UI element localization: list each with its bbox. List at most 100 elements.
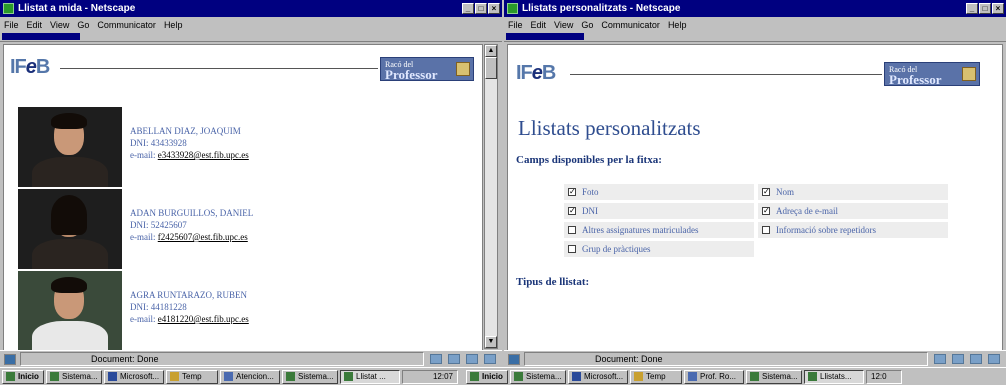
taskbar-item-active[interactable]: Llistat ... bbox=[340, 369, 400, 384]
student-name: AGRA RUNTARAZO, RUBEN bbox=[130, 290, 248, 300]
toolbar-strip bbox=[0, 33, 502, 42]
field-option[interactable]: Altres assignatures matriculades bbox=[564, 222, 754, 238]
menu-communicator[interactable]: Communicator bbox=[601, 20, 660, 30]
checkbox[interactable]: ✓ bbox=[568, 188, 576, 196]
security-icon[interactable] bbox=[508, 353, 520, 365]
menu-help[interactable]: Help bbox=[164, 20, 183, 30]
taskbar-item[interactable]: Sistema... bbox=[510, 369, 566, 384]
netscape-icon bbox=[3, 3, 14, 14]
menu-view[interactable]: View bbox=[50, 20, 69, 30]
ifeb-logo: IFeB bbox=[516, 62, 556, 84]
taskbar-item[interactable]: Microsoft... bbox=[568, 369, 628, 384]
field-option[interactable]: ✓ DNI bbox=[564, 203, 754, 219]
field-option[interactable]: ✓ Adreça de e-mail bbox=[758, 203, 948, 219]
clock: 12:0 bbox=[871, 372, 887, 381]
menu-view[interactable]: View bbox=[554, 20, 573, 30]
menu-file[interactable]: File bbox=[508, 20, 523, 30]
student-email-link[interactable]: e4181220@est.fib.upc.es bbox=[158, 314, 249, 324]
taskbar-item[interactable]: Temp bbox=[166, 369, 218, 384]
header-divider bbox=[570, 74, 882, 75]
discussion-icon[interactable] bbox=[466, 354, 478, 364]
title-bar[interactable]: Llistats personalitzats - Netscape _ □ × bbox=[504, 0, 1006, 17]
field-option[interactable]: ✓ Foto bbox=[564, 184, 754, 200]
email-label: e-mail: bbox=[130, 150, 156, 160]
status-bar: Document: Done bbox=[0, 350, 502, 367]
composer-icon[interactable] bbox=[484, 354, 496, 364]
field-option[interactable]: Grup de pràctiques bbox=[564, 241, 754, 257]
field-option[interactable]: ✓ Nom bbox=[758, 184, 948, 200]
minimize-button[interactable]: _ bbox=[966, 3, 978, 14]
start-button[interactable]: Inicio bbox=[466, 369, 508, 384]
vertical-scrollbar[interactable]: ▲ ▼ bbox=[484, 44, 498, 349]
composer-icon[interactable] bbox=[988, 354, 1000, 364]
bookmark-tab[interactable] bbox=[506, 33, 584, 40]
bookmark-tab[interactable] bbox=[2, 33, 80, 40]
checkbox[interactable]: ✓ bbox=[762, 188, 770, 196]
menu-bar: File Edit View Go Communicator Help bbox=[0, 17, 502, 33]
raco-del-professor-badge[interactable]: Racó del Professor bbox=[380, 57, 474, 81]
discussion-icon[interactable] bbox=[970, 354, 982, 364]
taskbar-item-active[interactable]: Llistats... bbox=[804, 369, 864, 384]
student-dni: DNI: 52425607 bbox=[130, 220, 187, 230]
component-bar-icon[interactable] bbox=[934, 354, 946, 364]
scroll-thumb[interactable] bbox=[485, 57, 497, 79]
checkbox[interactable] bbox=[568, 226, 576, 234]
checkbox[interactable] bbox=[568, 245, 576, 253]
menu-go[interactable]: Go bbox=[581, 20, 593, 30]
menu-edit[interactable]: Edit bbox=[531, 20, 547, 30]
student-name: ABELLAN DIAZ, JOAQUIM bbox=[130, 126, 241, 136]
menu-edit[interactable]: Edit bbox=[27, 20, 43, 30]
scroll-up-button[interactable]: ▲ bbox=[485, 45, 497, 57]
raco-del-professor-badge[interactable]: Racó del Professor bbox=[884, 62, 980, 86]
student-photo bbox=[18, 107, 122, 187]
minimize-button[interactable]: _ bbox=[462, 3, 474, 14]
student-dni: DNI: 43433928 bbox=[130, 138, 187, 148]
student-name: ADAN BURGUILLOS, DANIEL bbox=[130, 208, 254, 218]
graduation-cap-icon bbox=[962, 67, 976, 81]
menu-help[interactable]: Help bbox=[668, 20, 687, 30]
student-dni: DNI: 44181228 bbox=[130, 302, 187, 312]
browser-window-llistat-a-mida: Llistat a mida - Netscape _ □ × File Edi… bbox=[0, 0, 502, 367]
taskbar-item[interactable]: Atencion... bbox=[220, 369, 280, 384]
windows-taskbar: Inicio Sistema... Microsoft... Temp Aten… bbox=[0, 367, 1006, 385]
student-card: AGRA RUNTARAZO, RUBEN DNI: 44181228 e-ma… bbox=[18, 271, 468, 350]
status-bar: Document: Done bbox=[504, 350, 1006, 367]
checkbox[interactable]: ✓ bbox=[568, 207, 576, 215]
maximize-button[interactable]: □ bbox=[979, 3, 991, 14]
taskbar-item[interactable]: Prof. Ro... bbox=[684, 369, 744, 384]
checkbox[interactable] bbox=[762, 226, 770, 234]
menu-file[interactable]: File bbox=[4, 20, 19, 30]
taskbar-item[interactable]: Sistema... bbox=[746, 369, 802, 384]
close-button[interactable]: × bbox=[992, 3, 1004, 14]
page-content: IFeB Racó del Professor Llistats persona… bbox=[507, 44, 1003, 351]
clock: 12:07 bbox=[432, 372, 453, 381]
mail-icon[interactable] bbox=[448, 354, 460, 364]
menu-bar: File Edit View Go Communicator Help bbox=[504, 17, 1006, 33]
student-email-link[interactable]: f2425607@est.fib.upc.es bbox=[158, 232, 248, 242]
system-tray: 12:07 bbox=[402, 369, 458, 384]
student-email-link[interactable]: e3433928@est.fib.upc.es bbox=[158, 150, 249, 160]
windows-logo-icon bbox=[470, 372, 479, 381]
taskbar-item[interactable]: Sistema... bbox=[46, 369, 102, 384]
field-option[interactable]: Informació sobre repetidors bbox=[758, 222, 948, 238]
component-bar-icon[interactable] bbox=[430, 354, 442, 364]
taskbar-item[interactable]: Temp bbox=[630, 369, 682, 384]
taskbar-item[interactable]: Microsoft... bbox=[104, 369, 164, 384]
close-button[interactable]: × bbox=[488, 3, 500, 14]
graduation-cap-icon bbox=[456, 62, 470, 76]
mail-icon[interactable] bbox=[952, 354, 964, 364]
menu-communicator[interactable]: Communicator bbox=[97, 20, 156, 30]
title-bar[interactable]: Llistat a mida - Netscape _ □ × bbox=[0, 0, 502, 17]
toolbar-strip bbox=[504, 33, 1006, 42]
student-photo bbox=[18, 271, 122, 350]
menu-go[interactable]: Go bbox=[77, 20, 89, 30]
student-card: ABELLAN DIAZ, JOAQUIM DNI: 43433928 e-ma… bbox=[18, 107, 468, 187]
scroll-down-button[interactable]: ▼ bbox=[485, 336, 497, 348]
maximize-button[interactable]: □ bbox=[475, 3, 487, 14]
security-icon[interactable] bbox=[4, 353, 16, 365]
checkbox[interactable]: ✓ bbox=[762, 207, 770, 215]
taskbar-item[interactable]: Sistema... bbox=[282, 369, 338, 384]
window-title: Llistats personalitzats - Netscape bbox=[522, 3, 681, 14]
student-photo bbox=[18, 189, 122, 269]
start-button[interactable]: Inicio bbox=[2, 369, 44, 384]
